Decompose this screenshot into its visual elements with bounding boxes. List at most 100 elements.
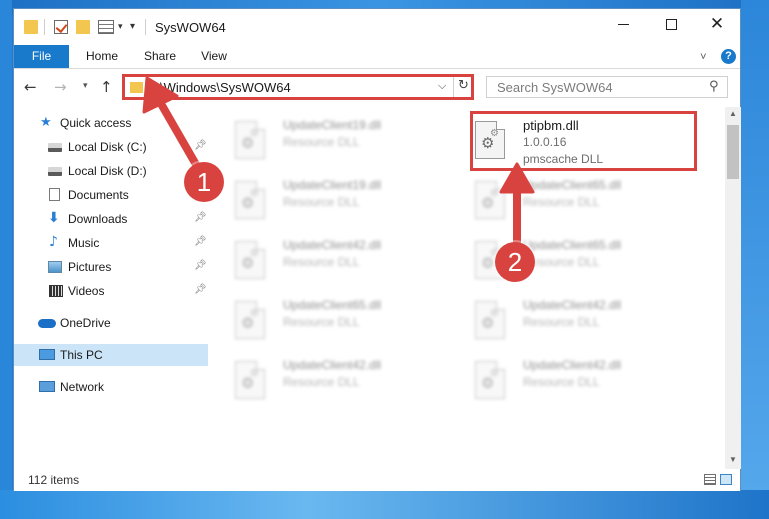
documents-icon (49, 188, 60, 201)
navigation-pane: ★ Quick access Local Disk (C:) 📌︎ Local … (14, 109, 210, 467)
back-arrow-icon[interactable]: ← (24, 78, 37, 96)
search-input[interactable] (487, 77, 697, 97)
file-name: UpdateClient65.dll (523, 178, 622, 192)
drive-icon (48, 167, 62, 176)
help-icon[interactable]: ? (721, 49, 736, 64)
scroll-down-icon[interactable]: ▼ (729, 455, 737, 464)
file-type: Resource DLL (523, 195, 600, 209)
maximize-icon (665, 18, 677, 30)
customize-toolbar-icon[interactable]: ▾ (130, 21, 135, 32)
sidebar-item-local-disk-c[interactable]: Local Disk (C:) 📌︎ (14, 136, 208, 158)
navigation-bar: ← → ▾ ↑ C:\Windows\SysWOW64 ⌵ ↻ ⚲ (14, 70, 740, 104)
sidebar-item-music[interactable]: ♪ Music 📌︎ (14, 232, 208, 254)
new-folder-icon[interactable] (76, 20, 90, 34)
sidebar-item-label: Downloads (68, 212, 128, 226)
vertical-scrollbar[interactable]: ▲ ▼ (725, 107, 741, 469)
sidebar-item-label: Local Disk (C:) (68, 140, 147, 154)
close-button[interactable]: ✕ (694, 9, 740, 39)
list-item[interactable]: ⚙ ⚙ UpdateClient65.dll Resource DLL (453, 175, 683, 231)
file-type: Resource DLL (283, 195, 360, 209)
desktop-background-bottom (0, 490, 769, 519)
list-item[interactable]: ⚙ ⚙ UpdateClient42.dll Resource DLL (453, 295, 683, 351)
recent-locations-icon[interactable]: ▾ (83, 81, 88, 91)
list-item[interactable]: ⚙ ⚙ UpdateClient19.dll Resource DLL (213, 115, 443, 171)
rename-icon[interactable] (98, 20, 114, 34)
item-count: 112 items (28, 473, 80, 487)
expand-ribbon-icon[interactable]: ˄ (700, 49, 706, 61)
toolbar-separator (44, 19, 45, 35)
step-badge-1: 1 (184, 162, 224, 202)
list-item[interactable]: ⚙ ⚙ UpdateClient42.dll Resource DLL (213, 235, 443, 291)
refresh-icon[interactable]: ↻ (458, 78, 469, 93)
list-item[interactable]: ⚙ ⚙ UpdateClient65.dll Resource DLL (453, 235, 683, 291)
folder-icon (130, 82, 143, 93)
step-badge-2: 2 (495, 242, 535, 282)
tab-home[interactable]: Home (77, 45, 127, 68)
sidebar-item-downloads[interactable]: ⬇ Downloads 📌︎ (14, 208, 208, 230)
scrollbar-thumb[interactable] (727, 125, 739, 179)
sidebar-item-this-pc[interactable]: This PC (14, 344, 208, 366)
scroll-up-icon[interactable]: ▲ (729, 109, 737, 118)
sidebar-item-label: Quick access (60, 116, 132, 130)
pin-icon: 📌︎ (194, 284, 207, 295)
file-name: UpdateClient42.dll (523, 358, 622, 372)
file-name: UpdateClient65.dll (283, 298, 382, 312)
list-item[interactable]: ⚙ ⚙ UpdateClient42.dll Resource DLL (213, 355, 443, 411)
sidebar-item-documents[interactable]: Documents 📌︎ (14, 184, 208, 206)
computer-icon (39, 349, 55, 360)
sidebar-item-local-disk-d[interactable]: Local Disk (D:) (14, 160, 208, 182)
star-icon: ★ (40, 115, 52, 130)
list-item[interactable]: ⚙ ⚙ UpdateClient42.dll Resource DLL (453, 355, 683, 411)
properties-check-icon[interactable] (54, 20, 68, 34)
status-bar: 112 items (14, 469, 740, 491)
minimize-icon (617, 23, 629, 25)
sidebar-item-label: Network (60, 380, 105, 394)
sidebar-item-quick-access[interactable]: ★ Quick access (14, 112, 208, 134)
dll-file-icon: ⚙ ⚙ (235, 301, 265, 339)
tab-file[interactable]: File (14, 45, 69, 68)
sidebar-item-label: OneDrive (60, 316, 111, 330)
pictures-icon (48, 261, 62, 273)
sidebar-item-label: This PC (60, 348, 103, 362)
forward-arrow-icon[interactable]: → (54, 78, 67, 96)
search-box[interactable]: ⚲ (486, 76, 728, 98)
tiles-view-icon[interactable] (720, 474, 732, 485)
address-path[interactable]: C:\Windows\SysWOW64 (147, 80, 291, 95)
sidebar-item-videos[interactable]: Videos 📌︎ (14, 280, 208, 302)
ribbon-tabs: File Home Share View ˄ ? (14, 45, 740, 69)
tab-view[interactable]: View (192, 45, 236, 68)
file-type: Resource DLL (283, 375, 360, 389)
pin-icon: 📌︎ (194, 236, 207, 247)
sidebar-item-network[interactable]: Network (14, 376, 208, 398)
title-bar: ▾ ▾ SysWOW64 ✕ (14, 9, 740, 45)
sidebar-item-pictures[interactable]: Pictures 📌︎ (14, 256, 208, 278)
dll-file-icon: ⚙ ⚙ (475, 361, 505, 399)
file-name: UpdateClient19.dll (283, 118, 382, 132)
window-title: SysWOW64 (155, 20, 226, 35)
search-icon[interactable]: ⚲ (709, 79, 719, 94)
tab-share[interactable]: Share (136, 45, 184, 68)
details-view-icon[interactable] (704, 474, 716, 485)
list-item[interactable]: ⚙ ⚙ UpdateClient19.dll Resource DLL (213, 175, 443, 231)
list-item[interactable]: ⚙ ⚙ UpdateClient65.dll Resource DLL (213, 295, 443, 351)
chevron-down-icon[interactable]: ▾ (118, 21, 123, 32)
close-icon: ✕ (709, 14, 725, 34)
address-bar[interactable]: C:\Windows\SysWOW64 ⌵ ↻ (122, 74, 474, 100)
maximize-button[interactable] (648, 9, 694, 39)
pin-icon: 📌︎ (194, 212, 207, 223)
dll-file-icon: ⚙ ⚙ (235, 361, 265, 399)
address-divider (453, 77, 454, 97)
sidebar-item-onedrive[interactable]: OneDrive (14, 312, 208, 334)
address-history-icon[interactable]: ⌵ (438, 80, 446, 93)
file-type: Resource DLL (283, 255, 360, 269)
file-explorer-window: ▾ ▾ SysWOW64 ✕ File Home Share View ˄ ? … (13, 8, 741, 491)
desktop-background-right (741, 0, 769, 519)
network-icon (39, 381, 55, 392)
minimize-button[interactable] (600, 9, 646, 39)
file-name: UpdateClient65.dll (523, 238, 622, 252)
highlight-box (470, 111, 697, 171)
up-arrow-icon[interactable]: ↑ (100, 78, 113, 96)
file-type: Resource DLL (523, 315, 600, 329)
pin-icon: 📌︎ (194, 140, 207, 151)
desktop-background-left (0, 0, 12, 519)
